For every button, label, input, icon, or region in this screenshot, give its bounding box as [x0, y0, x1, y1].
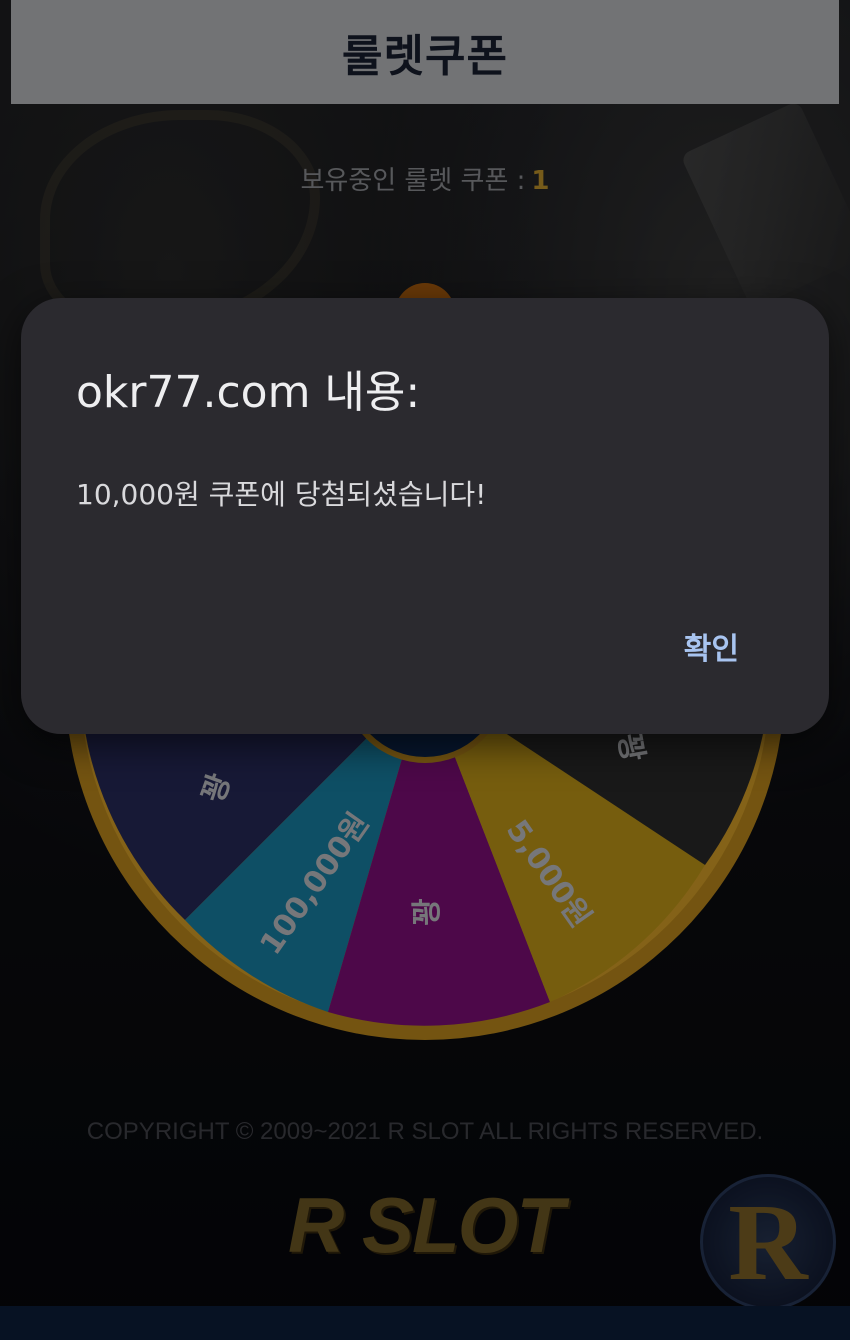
- dialog-title: okr77.com 내용:: [76, 367, 421, 418]
- alert-dialog: okr77.com 내용: 10,000원 쿠폰에 당첨되셨습니다! 확인: [21, 298, 829, 734]
- dialog-message: 10,000원 쿠폰에 당첨되셨습니다!: [76, 478, 487, 511]
- confirm-button[interactable]: 확인: [684, 624, 739, 668]
